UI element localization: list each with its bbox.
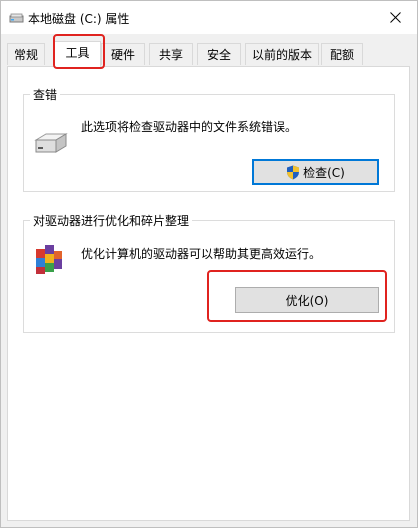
tab-quota[interactable]: 配额 <box>321 43 363 65</box>
tools-tab-annotation <box>53 34 105 69</box>
error-checking-description: 此选项将检查驱动器中的文件系统错误。 <box>81 120 298 134</box>
uac-shield-icon <box>287 165 300 179</box>
drive-small-icon <box>9 13 24 23</box>
tab-previous-versions[interactable]: 以前的版本 <box>245 43 319 65</box>
check-button-label: 检查(C) <box>303 165 345 180</box>
drive-icon <box>34 133 68 153</box>
close-button[interactable] <box>373 1 417 34</box>
optimize-title: 对驱动器进行优化和碎片整理 <box>30 212 193 229</box>
tab-sharing[interactable]: 共享 <box>149 43 193 65</box>
tab-hardware[interactable]: 硬件 <box>101 43 145 65</box>
tab-general[interactable]: 常规 <box>7 43 45 65</box>
properties-window: 本地磁盘 (C:) 属性 常规 工具 硬件 共享 安全 以前的版本 配额 查错 … <box>0 0 418 528</box>
tab-security[interactable]: 安全 <box>197 43 241 65</box>
defrag-icon <box>36 245 62 274</box>
title-bar: 本地磁盘 (C:) 属性 <box>1 1 417 34</box>
optimize-description: 优化计算机的驱动器可以帮助其更高效运行。 <box>81 247 322 261</box>
error-checking-title: 查错 <box>30 86 61 103</box>
check-button[interactable]: 检查(C) <box>252 159 379 185</box>
close-icon <box>389 12 401 23</box>
optimize-button-annotation <box>207 270 387 322</box>
window-title: 本地磁盘 (C:) 属性 <box>28 12 130 26</box>
